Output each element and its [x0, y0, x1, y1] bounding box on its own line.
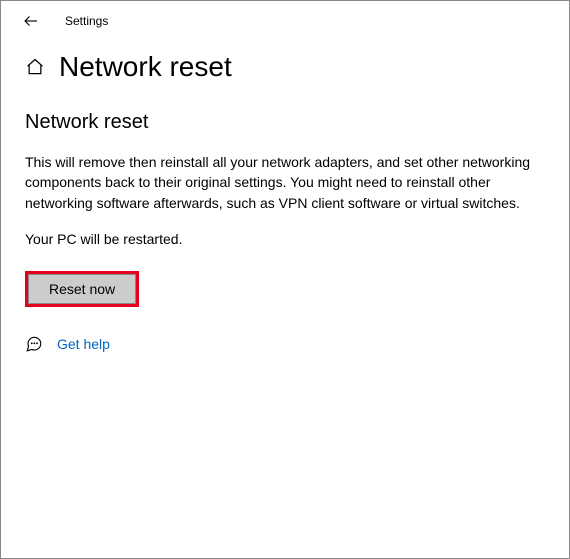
help-icon	[25, 335, 43, 353]
reset-now-button[interactable]: Reset now	[28, 274, 136, 304]
get-help-link[interactable]: Get help	[57, 336, 110, 352]
back-button[interactable]	[21, 11, 41, 31]
page-header: Network reset	[1, 35, 569, 91]
restart-note: Your PC will be restarted.	[25, 231, 545, 247]
home-icon[interactable]	[25, 57, 45, 77]
app-title: Settings	[65, 14, 108, 28]
section-title: Network reset	[25, 111, 545, 134]
reset-button-highlight: Reset now	[25, 271, 139, 307]
content: Network reset This will remove then rein…	[1, 91, 569, 373]
description-text: This will remove then reinstall all your…	[25, 152, 535, 213]
topbar: Settings	[1, 1, 569, 35]
page-title: Network reset	[59, 51, 232, 83]
help-row: Get help	[25, 335, 545, 353]
arrow-left-icon	[22, 12, 40, 30]
